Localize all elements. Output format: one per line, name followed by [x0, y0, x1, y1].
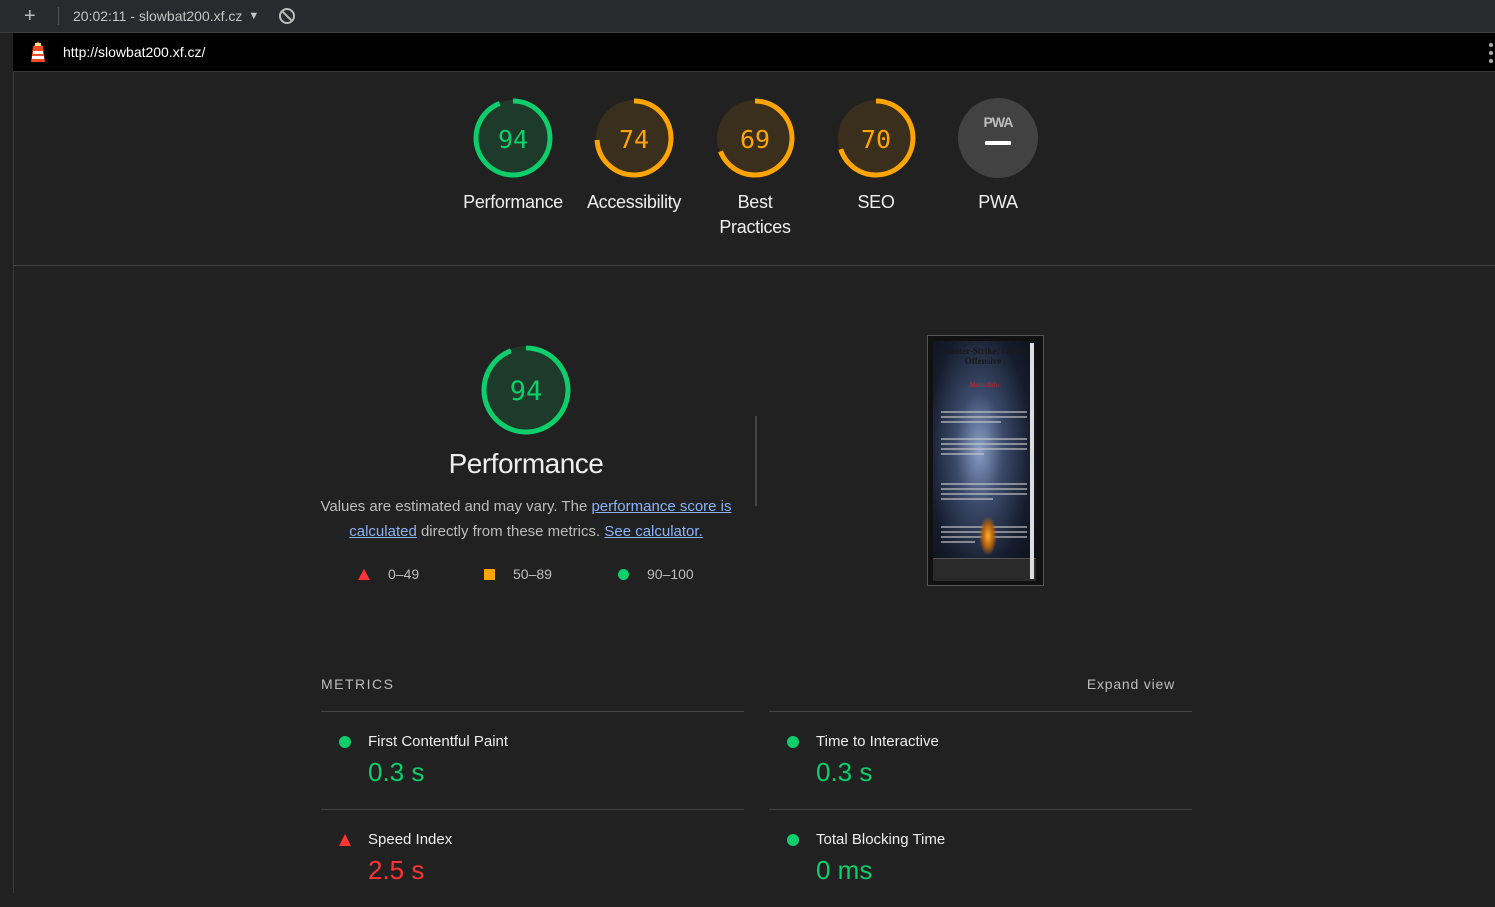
gauge-score: 74	[619, 125, 649, 154]
lighthouse-logo-icon	[31, 41, 45, 62]
gauge-ring-accessibility: 74	[594, 98, 674, 178]
metric-name: Time to Interactive	[816, 733, 939, 750]
pass-circle-icon	[787, 833, 799, 846]
new-report-button[interactable]: +	[24, 6, 44, 26]
metrics-label: METRICS	[321, 676, 395, 692]
report-toolbar: + 20:02:11 - slowbat200.xf.cz ▼	[0, 0, 1495, 33]
legend-pass-label: 90–100	[647, 566, 694, 582]
metric-speed-index: Speed Index 2.5 s	[321, 809, 744, 907]
screenshot-image: Counter-Strike: Global Offensive Menu/In…	[933, 341, 1036, 581]
metric-first-contentful-paint: First Contentful Paint 0.3 s	[321, 711, 744, 809]
screenshot-link: Menu/Info	[969, 381, 1000, 389]
gauge-accessibility[interactable]: 74 Accessibility	[579, 96, 689, 215]
gauge-score: 94	[498, 125, 528, 154]
gauge-label: Accessibility	[586, 192, 682, 212]
fail-triangle-icon	[339, 833, 351, 846]
final-screenshot[interactable]: Counter-Strike: Global Offensive Menu/In…	[927, 335, 1044, 586]
pass-circle-icon	[339, 735, 351, 748]
desc-text: Values are estimated and may vary. The	[320, 498, 592, 515]
legend-fail-label: 0–49	[388, 566, 420, 582]
pwa-badge-text: PWA	[984, 114, 1014, 130]
screenshot-paragraph	[941, 438, 1027, 458]
metric-name: Speed Index	[368, 831, 453, 848]
gauge-ring-performance: 94	[473, 98, 553, 178]
fail-triangle-icon	[358, 568, 370, 580]
toolbar-separator	[58, 7, 59, 25]
legend-fail: 0–49	[358, 566, 419, 582]
report-selector[interactable]: 20:02:11 - slowbat200.xf.cz	[73, 8, 242, 24]
pass-circle-icon	[787, 735, 799, 748]
metrics-header: METRICS Expand view	[321, 676, 1191, 696]
performance-score: 94	[510, 376, 543, 407]
vertical-separator	[755, 416, 757, 506]
performance-gauge: 94	[481, 345, 571, 435]
screenshot-heading: Counter-Strike: Global Offensive	[938, 346, 1028, 366]
screenshot-flame	[979, 516, 997, 556]
legend-average-label: 50–89	[513, 566, 552, 582]
gauge-best-practices[interactable]: 69 Best Practices	[700, 96, 810, 240]
see-calculator-link[interactable]: See calculator.	[604, 523, 702, 540]
more-options-icon[interactable]	[1489, 43, 1493, 67]
gauge-score: 70	[861, 125, 891, 154]
metric-value: 0.3 s	[816, 757, 873, 787]
gauge-label: SEO	[857, 192, 895, 212]
screenshot-paragraph	[941, 411, 1027, 426]
audited-url[interactable]: http://slowbat200.xf.cz/	[63, 44, 205, 60]
metric-name: Total Blocking Time	[816, 831, 946, 848]
metric-time-to-interactive: Time to Interactive 0.3 s	[769, 711, 1192, 809]
expand-view-toggle[interactable]: Expand view	[1087, 676, 1175, 692]
screenshot-bottom-bar	[933, 558, 1036, 581]
pwa-badge-icon: PWA	[958, 98, 1038, 178]
score-gauges: 94 Performance 74 Accessibility 69 Best …	[0, 96, 1495, 266]
gauge-pwa[interactable]: PWA PWA	[943, 96, 1053, 215]
metric-name: First Contentful Paint	[368, 733, 509, 750]
metric-value: 2.5 s	[368, 855, 425, 885]
section-divider	[13, 265, 1495, 266]
dropdown-caret-icon[interactable]: ▼	[248, 10, 259, 22]
gauge-label: Performance	[463, 192, 563, 212]
legend-average: 50–89	[484, 566, 552, 582]
metric-value: 0.3 s	[368, 757, 425, 787]
metric-total-blocking-time: Total Blocking Time 0 ms	[769, 809, 1192, 907]
performance-title: Performance	[448, 448, 604, 479]
screenshot-paragraph	[941, 483, 1027, 503]
gauge-seo[interactable]: 70 SEO	[821, 96, 931, 215]
clear-reports-icon[interactable]	[279, 8, 296, 24]
gauge-ring-seo: 70	[836, 98, 916, 178]
gauge-label: PWA	[978, 192, 1018, 212]
gauge-score: 69	[740, 125, 770, 154]
url-bar: http://slowbat200.xf.cz/	[13, 33, 1495, 72]
gauge-ring-best-practices: 69	[715, 98, 795, 178]
gauge-label: Best Practices	[719, 192, 791, 237]
performance-description: Values are estimated and may vary. The p…	[318, 494, 734, 544]
legend-pass: 90–100	[618, 566, 694, 582]
gauge-performance[interactable]: 94 Performance	[458, 96, 568, 215]
desc-text: directly from these metrics.	[416, 523, 605, 540]
screenshot-scrollbar	[1030, 343, 1034, 579]
average-square-icon	[484, 568, 495, 580]
pass-circle-icon	[618, 568, 629, 580]
metric-value: 0 ms	[816, 855, 873, 885]
